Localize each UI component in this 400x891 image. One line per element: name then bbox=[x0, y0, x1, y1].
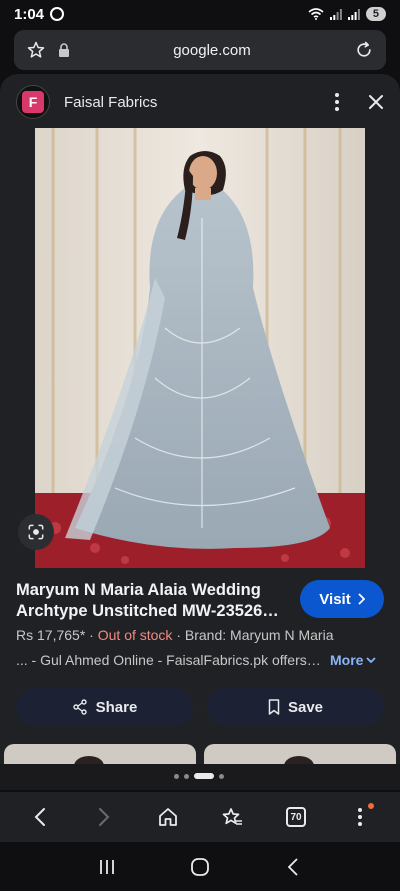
meta-separator-2: · bbox=[176, 627, 185, 643]
favorites-icon[interactable] bbox=[212, 797, 252, 837]
close-icon[interactable] bbox=[368, 94, 384, 110]
browser-toolbar: 70 bbox=[0, 792, 400, 842]
tabs-count: 70 bbox=[286, 807, 306, 827]
site-name[interactable]: Faisal Fabrics bbox=[64, 94, 157, 111]
share-label: Share bbox=[95, 698, 138, 716]
battery-indicator: 5 bbox=[365, 7, 386, 21]
reload-icon[interactable] bbox=[354, 40, 374, 60]
visit-label: Visit bbox=[319, 590, 351, 608]
more-label: More bbox=[330, 652, 364, 668]
save-label: Save bbox=[287, 698, 324, 716]
result-title[interactable]: Maryum N Maria Alaia Wedding Archtype Un… bbox=[16, 580, 284, 622]
status-time: 1:04 bbox=[14, 5, 45, 23]
panel-header: F Faisal Fabrics bbox=[0, 74, 400, 130]
lock-icon bbox=[58, 43, 70, 57]
lens-icon[interactable] bbox=[18, 514, 54, 550]
pager-dot bbox=[184, 773, 189, 779]
site-logo-mark: F bbox=[22, 91, 44, 113]
menu-notification-dot bbox=[368, 803, 374, 809]
chevron-down-icon bbox=[366, 657, 377, 664]
address-bar[interactable]: google.com bbox=[14, 30, 386, 70]
bookmark-icon bbox=[268, 699, 280, 715]
home-icon[interactable] bbox=[148, 797, 188, 837]
action-row: Share Save bbox=[16, 688, 384, 726]
status-bar: 1:04 5 bbox=[0, 0, 400, 28]
back-icon[interactable] bbox=[20, 797, 60, 837]
brand: Brand: Maryum N Maria bbox=[184, 627, 334, 643]
result-description-row: ... - Gul Ahmed Online - FaisalFabrics.p… bbox=[16, 652, 386, 668]
home-nav-icon[interactable] bbox=[180, 847, 220, 887]
share-button[interactable]: Share bbox=[16, 688, 193, 726]
chevron-right-icon bbox=[358, 593, 365, 605]
site-logo[interactable]: F bbox=[16, 85, 50, 119]
pager-dots bbox=[174, 773, 224, 779]
meta-separator: · bbox=[89, 627, 98, 643]
product-image[interactable] bbox=[35, 128, 365, 568]
more-button[interactable]: More bbox=[330, 652, 377, 668]
stock-status: Out of stock bbox=[97, 627, 173, 643]
pager-dot bbox=[219, 773, 224, 779]
signal-icon-2 bbox=[347, 8, 360, 20]
forward-icon[interactable] bbox=[84, 797, 124, 837]
url-text[interactable]: google.com bbox=[70, 42, 354, 59]
image-result-panel: F Faisal Fabrics Maryum N Maria Alaia We… bbox=[0, 74, 400, 790]
status-indicators: 5 bbox=[308, 7, 386, 21]
share-icon bbox=[72, 699, 87, 715]
recents-icon[interactable] bbox=[87, 847, 127, 887]
save-button[interactable]: Save bbox=[207, 688, 384, 726]
menu-icon[interactable] bbox=[340, 797, 380, 837]
signal-icon bbox=[329, 8, 342, 20]
tabs-icon[interactable]: 70 bbox=[276, 797, 316, 837]
wifi-icon bbox=[308, 8, 324, 20]
bookmark-star-icon[interactable] bbox=[26, 40, 46, 60]
pager-dot-active bbox=[194, 773, 214, 779]
result-meta: Rs 17,765* · Out of stock · Brand: Maryu… bbox=[16, 627, 386, 643]
result-description: ... - Gul Ahmed Online - FaisalFabrics.p… bbox=[16, 652, 321, 668]
system-navigation-bar bbox=[0, 842, 400, 891]
more-vert-icon[interactable] bbox=[334, 92, 340, 112]
pager-dot bbox=[174, 773, 179, 779]
price: Rs 17,765* bbox=[16, 627, 86, 643]
visit-button[interactable]: Visit bbox=[300, 580, 384, 618]
whatsapp-icon bbox=[50, 7, 65, 21]
back-nav-icon[interactable] bbox=[273, 847, 313, 887]
